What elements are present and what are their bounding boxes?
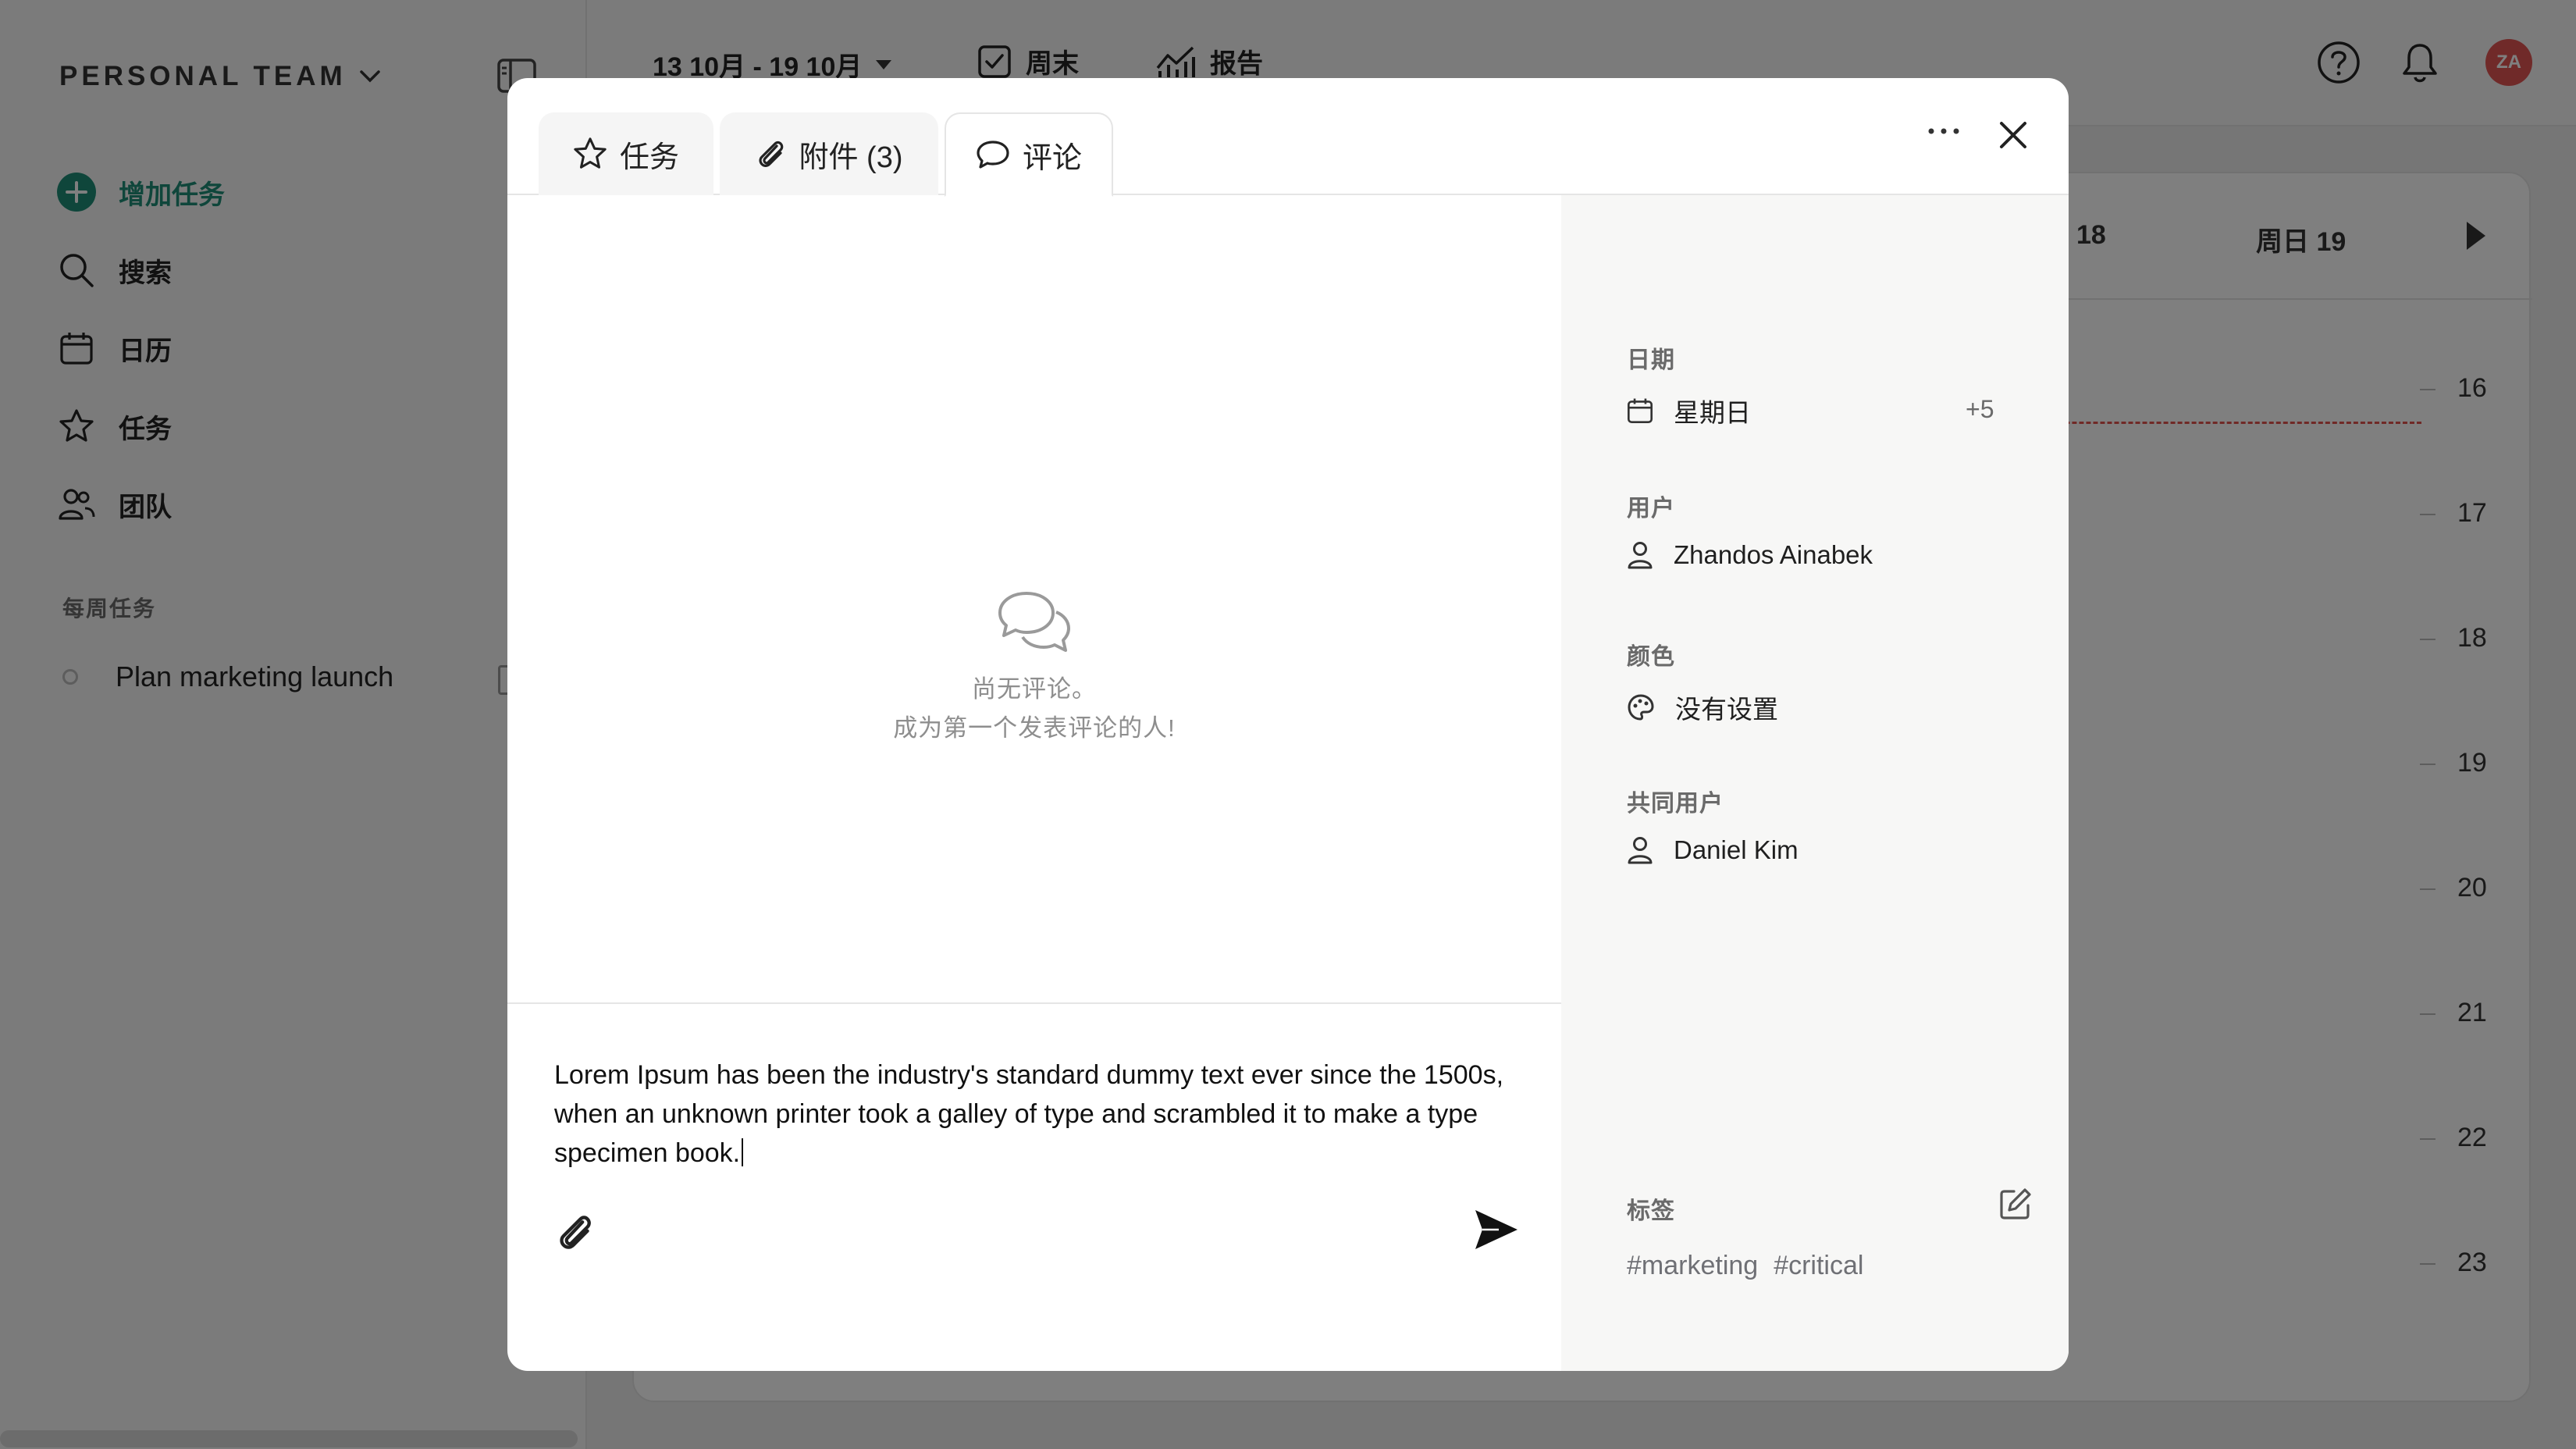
user-icon	[1628, 542, 1653, 569]
empty-comments-state: 尚无评论。 成为第一个发表评论的人!	[507, 590, 1561, 748]
empty-state-line2: 成为第一个发表评论的人!	[893, 714, 1176, 742]
date-value: 星期日	[1674, 398, 1751, 427]
tags-label: 标签	[1627, 1198, 1675, 1224]
close-icon[interactable]	[1994, 116, 2033, 155]
co-users-label: 共同用户	[1627, 791, 1724, 817]
user-label: 用户	[1627, 496, 1675, 522]
user-field[interactable]: Zhandos Ainabek	[1627, 540, 1873, 570]
user-value: Zhandos Ainabek	[1674, 540, 1873, 569]
tag-chip[interactable]: #critical	[1774, 1251, 1863, 1281]
tab-label: 附件 (3)	[799, 141, 903, 174]
co-user-field[interactable]: Daniel Kim	[1627, 835, 1799, 865]
tab-attachments[interactable]: 附件 (3)	[720, 112, 938, 195]
user-icon	[1628, 837, 1653, 864]
send-icon[interactable]	[1472, 1205, 1521, 1254]
date-label: 日期	[1627, 347, 1675, 373]
tag-chip[interactable]: #marketing	[1627, 1251, 1758, 1281]
comment-composer: Lorem Ipsum has been the industry's stan…	[507, 1002, 1561, 1371]
comment-draft-text: Lorem Ipsum has been the industry's stan…	[554, 1060, 1504, 1168]
comments-pane: 尚无评论。 成为第一个发表评论的人! Lorem Ipsum has been …	[507, 195, 1561, 1371]
tab-task[interactable]: 任务	[539, 112, 713, 195]
edit-icon[interactable]	[1998, 1187, 2033, 1221]
date-field[interactable]: 星期日	[1627, 392, 1751, 429]
empty-state-line1: 尚无评论。	[972, 675, 1097, 703]
paperclip-icon	[759, 141, 784, 167]
tags-list: #marketing #critical	[1627, 1251, 1863, 1281]
comment-input[interactable]: Lorem Ipsum has been the industry's stan…	[554, 1056, 1514, 1173]
attach-file-icon[interactable]	[553, 1210, 596, 1254]
tab-label: 评论	[1022, 141, 1082, 175]
color-field[interactable]: 没有设置	[1627, 689, 1778, 726]
comment-icon	[977, 141, 1009, 169]
color-value: 没有设置	[1675, 695, 1778, 724]
tab-comments[interactable]: 评论	[945, 112, 1113, 197]
chat-bubbles-icon	[998, 592, 1070, 652]
more-options-icon[interactable]	[1920, 116, 1967, 147]
co-user-value: Daniel Kim	[1674, 835, 1799, 864]
color-label: 颜色	[1627, 644, 1675, 670]
palette-icon	[1628, 694, 1654, 721]
task-modal: 任务 附件 (3) 评论 尚无评论。 成为第一个发表评论的人! Lorem Ip…	[507, 78, 2069, 1371]
text-caret	[742, 1138, 744, 1166]
star-icon	[574, 137, 607, 169]
task-details-panel: 日期 星期日 +5 用户 Zhandos Ainabek 颜色 没有设置 共同用…	[1561, 195, 2069, 1371]
modal-header: 任务 附件 (3) 评论	[507, 78, 2069, 197]
calendar-icon	[1628, 398, 1653, 423]
tab-label: 任务	[619, 141, 679, 174]
date-extra-count[interactable]: +5	[1966, 395, 1994, 424]
